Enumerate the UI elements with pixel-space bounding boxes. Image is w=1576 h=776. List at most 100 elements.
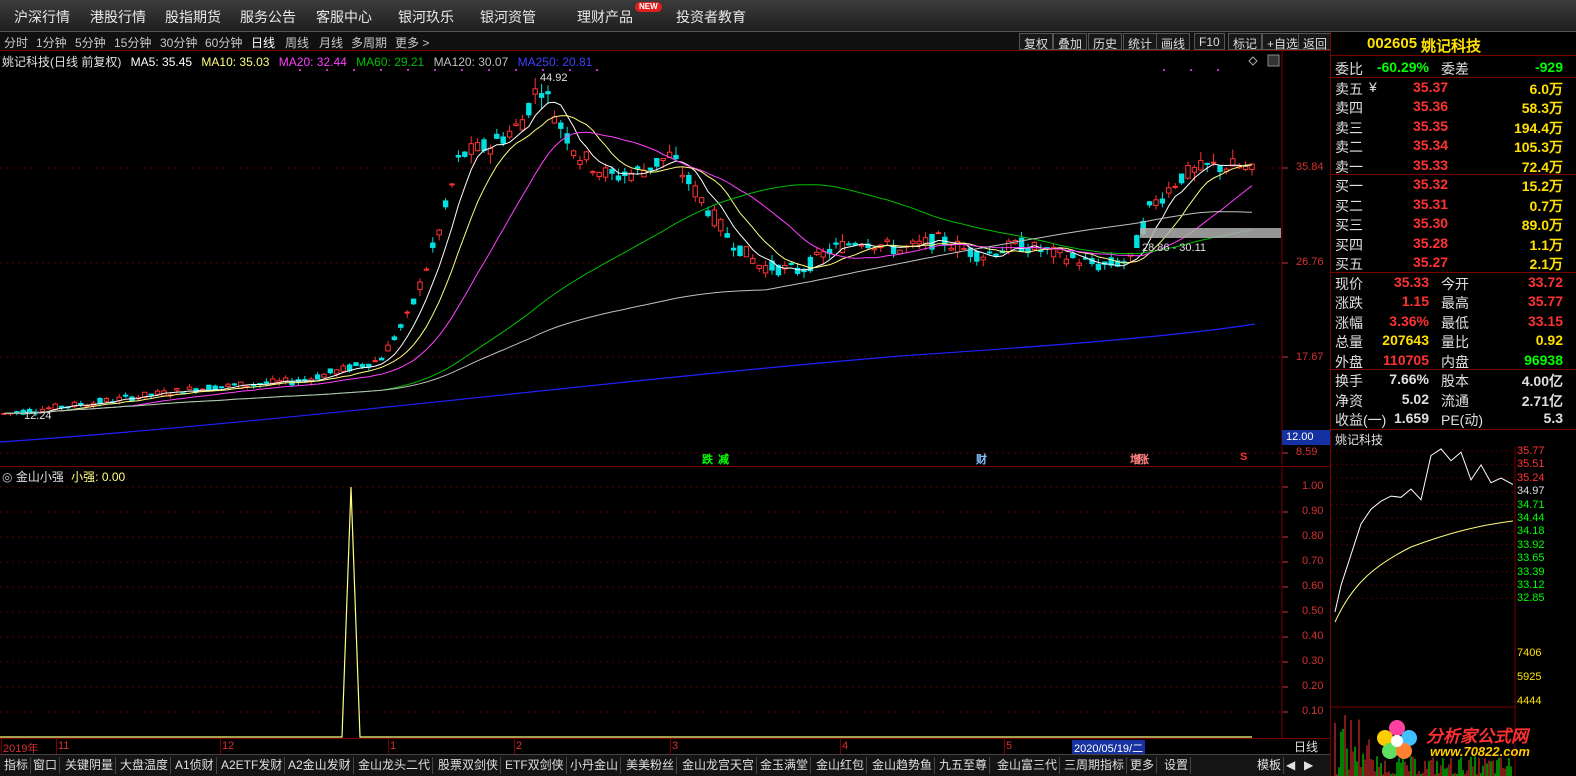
period-tab[interactable]: 多周期 bbox=[351, 34, 387, 51]
period-tab[interactable]: 日线 bbox=[251, 34, 275, 51]
top-menu-item[interactable]: 股指期货 bbox=[165, 7, 221, 27]
bottom-tab[interactable]: 关键阴量 bbox=[63, 757, 117, 774]
bottom-tab-bar: 指标 窗口 关键阴量 大盘温度 A1侦财 A2ETF发财 A2金山发财 金山龙头二代 股票双剑侠… bbox=[0, 740, 1330, 776]
toolbar-button[interactable]: 返回 bbox=[1298, 33, 1333, 51]
stat-label: 今开 bbox=[1441, 275, 1469, 292]
date-divider bbox=[1004, 739, 1005, 754]
stat-value: 7.66% bbox=[1389, 371, 1429, 387]
candle-body bbox=[833, 242, 839, 245]
period-tab[interactable]: 15分钟 bbox=[114, 34, 151, 51]
stock-header: 002605 姚记科技 bbox=[1331, 32, 1576, 56]
bottom-tab[interactable]: 金山红包 bbox=[814, 757, 868, 774]
bottom-tab[interactable]: 大盘温度 bbox=[118, 757, 172, 774]
collapse-icon[interactable]: ◎ bbox=[2, 470, 16, 484]
period-tab[interactable]: 60分钟 bbox=[205, 34, 242, 51]
top-menu-item[interactable]: 理财产品 NEW bbox=[577, 2, 662, 27]
period-tab[interactable]: 30分钟 bbox=[160, 34, 197, 51]
ask-price: 35.34 bbox=[1413, 137, 1449, 153]
candle-body bbox=[846, 243, 852, 246]
period-tab[interactable]: 分时 bbox=[4, 34, 28, 51]
quote-row: 买五 35.27 2.1万 bbox=[1331, 253, 1567, 272]
bottom-tab[interactable]: 金山龙头二代 bbox=[356, 757, 434, 774]
period-indicator: 日线 bbox=[1294, 740, 1319, 754]
candle-body bbox=[327, 368, 334, 374]
bottom-tab[interactable]: 设置 bbox=[1162, 757, 1192, 774]
toolbar-button[interactable]: 复权 bbox=[1019, 33, 1054, 51]
quote-row: 卖四 35.36 58.3万 bbox=[1331, 97, 1567, 116]
candle-body bbox=[814, 251, 820, 256]
bottom-tab[interactable]: A2金山发财 bbox=[286, 757, 354, 774]
period-tab[interactable]: 5分钟 bbox=[75, 34, 106, 51]
quote-row: 买三 35.30 89.0万 bbox=[1331, 214, 1567, 233]
toolbar-button[interactable]: 历史 bbox=[1088, 33, 1123, 51]
event-marker[interactable]: 财 bbox=[976, 451, 987, 467]
ask-label: 卖四 bbox=[1335, 100, 1363, 116]
bottom-tab[interactable]: 模板 bbox=[1255, 757, 1285, 774]
bid-volume: 89.0万 bbox=[1521, 217, 1563, 233]
bottom-tab[interactable]: 窗口 bbox=[31, 757, 61, 774]
bottom-tab[interactable]: A1侦财 bbox=[173, 757, 217, 774]
period-tab[interactable]: 更多 > bbox=[395, 34, 429, 51]
stat-value: 35.33 bbox=[1393, 273, 1429, 290]
event-marker[interactable]: 涨 bbox=[1138, 451, 1149, 467]
candle-body bbox=[660, 157, 666, 162]
bottom-tab[interactable]: 九五至尊 bbox=[937, 757, 991, 774]
bottom-tab[interactable]: 金山龙宫天宫 bbox=[680, 757, 758, 774]
top-menu-item[interactable]: 港股行情 bbox=[90, 7, 146, 27]
toolbar-button[interactable]: 画线 bbox=[1156, 33, 1191, 51]
candle-body bbox=[372, 360, 378, 363]
candle-body bbox=[302, 379, 308, 382]
bottom-tab[interactable]: 小丹金山 bbox=[568, 757, 622, 774]
top-menu-item[interactable]: 投资者教育 bbox=[676, 7, 746, 27]
bottom-tab[interactable]: 金玉满堂 bbox=[758, 757, 812, 774]
indicator-svg bbox=[0, 467, 1288, 739]
bottom-tab[interactable]: 股票双剑侠 bbox=[436, 757, 502, 774]
candle-body bbox=[1178, 173, 1185, 184]
mini-price-tick: 33.92 bbox=[1517, 538, 1545, 551]
bottom-tab[interactable]: A2ETF发财 bbox=[219, 757, 286, 774]
period-tab[interactable]: 周线 bbox=[285, 34, 309, 51]
scroll-left-icon[interactable]: ◀ bbox=[1284, 757, 1297, 774]
mini-price-line bbox=[1334, 448, 1514, 613]
toolbar-button[interactable]: +自选 bbox=[1262, 33, 1304, 51]
toolbar-button[interactable]: 统计 bbox=[1123, 33, 1158, 51]
top-menu-item[interactable]: 沪深行情 bbox=[14, 7, 70, 27]
top-menu-item[interactable]: 服务公告 bbox=[240, 7, 296, 27]
candle-body bbox=[948, 247, 954, 251]
bid-label: 买二 bbox=[1335, 197, 1363, 214]
toolbar-button[interactable]: F10 bbox=[1194, 33, 1225, 50]
indicator-chart[interactable]: ◎ 金山小强 小强: 0.00 1.00 0.90 0.80 0.70 0.60 0.50… bbox=[0, 466, 1330, 739]
top-menu-item[interactable]: 银河玖乐 bbox=[398, 7, 454, 27]
kline-svg bbox=[0, 51, 1288, 465]
stat-label: 量比 bbox=[1441, 334, 1469, 350]
event-marker[interactable]: 跌 bbox=[702, 451, 713, 467]
bottom-tab[interactable]: 金山富三代 bbox=[995, 757, 1061, 774]
range-annotation: 28.86 - 30.11 bbox=[1142, 242, 1207, 254]
candle-body bbox=[558, 122, 564, 129]
period-tab[interactable]: 月线 bbox=[319, 34, 343, 51]
kline-chart[interactable]: 姚记科技(日线 前复权) MA5: 35.45 MA10: 35.03 MA20… bbox=[0, 51, 1330, 467]
event-marker[interactable]: 减 bbox=[718, 451, 729, 467]
bottom-tab[interactable]: 金山趋势鱼 bbox=[870, 757, 936, 774]
candle-body bbox=[839, 240, 846, 253]
new-badge: NEW bbox=[635, 2, 662, 12]
period-tab[interactable]: 1分钟 bbox=[36, 34, 67, 51]
bottom-tab[interactable]: 美美粉丝 bbox=[624, 757, 678, 774]
bottom-tab[interactable]: 指标 bbox=[2, 757, 32, 774]
bottom-tab[interactable]: ETF双剑侠 bbox=[503, 757, 567, 774]
bottom-tab[interactable]: 更多 bbox=[1128, 757, 1158, 774]
bid-price: 35.32 bbox=[1413, 176, 1449, 192]
toolbar-button[interactable]: 标记 bbox=[1228, 33, 1263, 51]
candle-body bbox=[353, 362, 359, 367]
top-menu-item[interactable]: 银河资管 bbox=[480, 7, 536, 27]
top-menu-item[interactable]: 客服中心 bbox=[316, 7, 372, 27]
event-marker[interactable]: S bbox=[1240, 451, 1247, 463]
quote-row: 卖三 35.35 194.4万 bbox=[1331, 117, 1567, 136]
bottom-tab[interactable]: 三周期指标 bbox=[1062, 757, 1128, 774]
scroll-right-icon[interactable]: ▶ bbox=[1302, 757, 1315, 774]
indicator-tick: 0.40 bbox=[1302, 630, 1324, 642]
ask-price: 35.37 bbox=[1413, 78, 1449, 95]
date-tick: 2 bbox=[516, 740, 523, 752]
toolbar-button[interactable]: 叠加 bbox=[1053, 33, 1088, 51]
stat-value: 0.92 bbox=[1535, 332, 1563, 348]
